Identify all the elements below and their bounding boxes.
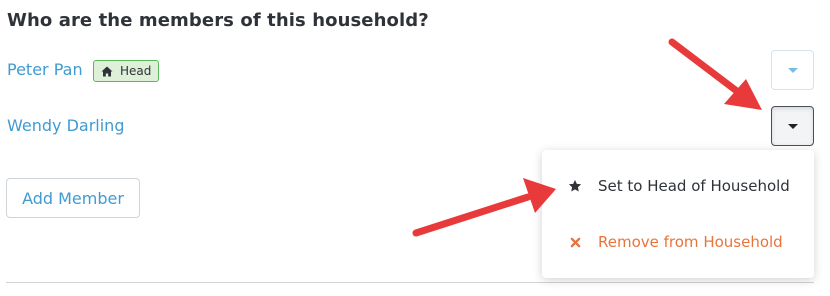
add-member-button[interactable]: Add Member xyxy=(6,178,140,218)
menu-item-label: Remove from Household xyxy=(598,233,783,251)
caret-down-icon xyxy=(787,123,798,129)
annotation-arrow-to-dropdown xyxy=(668,38,762,110)
head-badge-label: Head xyxy=(120,64,152,78)
menu-item-set-head[interactable]: Set to Head of Household xyxy=(542,166,814,206)
annotation-arrow-to-menu-item xyxy=(412,178,556,237)
star-icon xyxy=(568,179,582,193)
member-options-dropdown-wendy-darling[interactable] xyxy=(771,106,814,146)
head-badge: Head xyxy=(93,60,160,82)
member-link-wendy-darling[interactable]: Wendy Darling xyxy=(7,116,124,135)
page-title: Who are the members of this household? xyxy=(7,10,429,31)
x-icon xyxy=(568,237,582,248)
divider xyxy=(6,282,814,283)
member-options-menu: Set to Head of Household Remove from Hou… xyxy=(542,150,814,278)
member-options-dropdown-peter-pan[interactable] xyxy=(771,50,814,90)
caret-down-icon xyxy=(787,67,798,73)
household-members-page: Who are the members of this household? P… xyxy=(0,0,830,296)
home-icon xyxy=(101,66,113,77)
menu-item-label: Set to Head of Household xyxy=(598,177,790,195)
menu-item-remove[interactable]: Remove from Household xyxy=(542,222,814,262)
member-link-peter-pan[interactable]: Peter Pan xyxy=(7,60,83,79)
